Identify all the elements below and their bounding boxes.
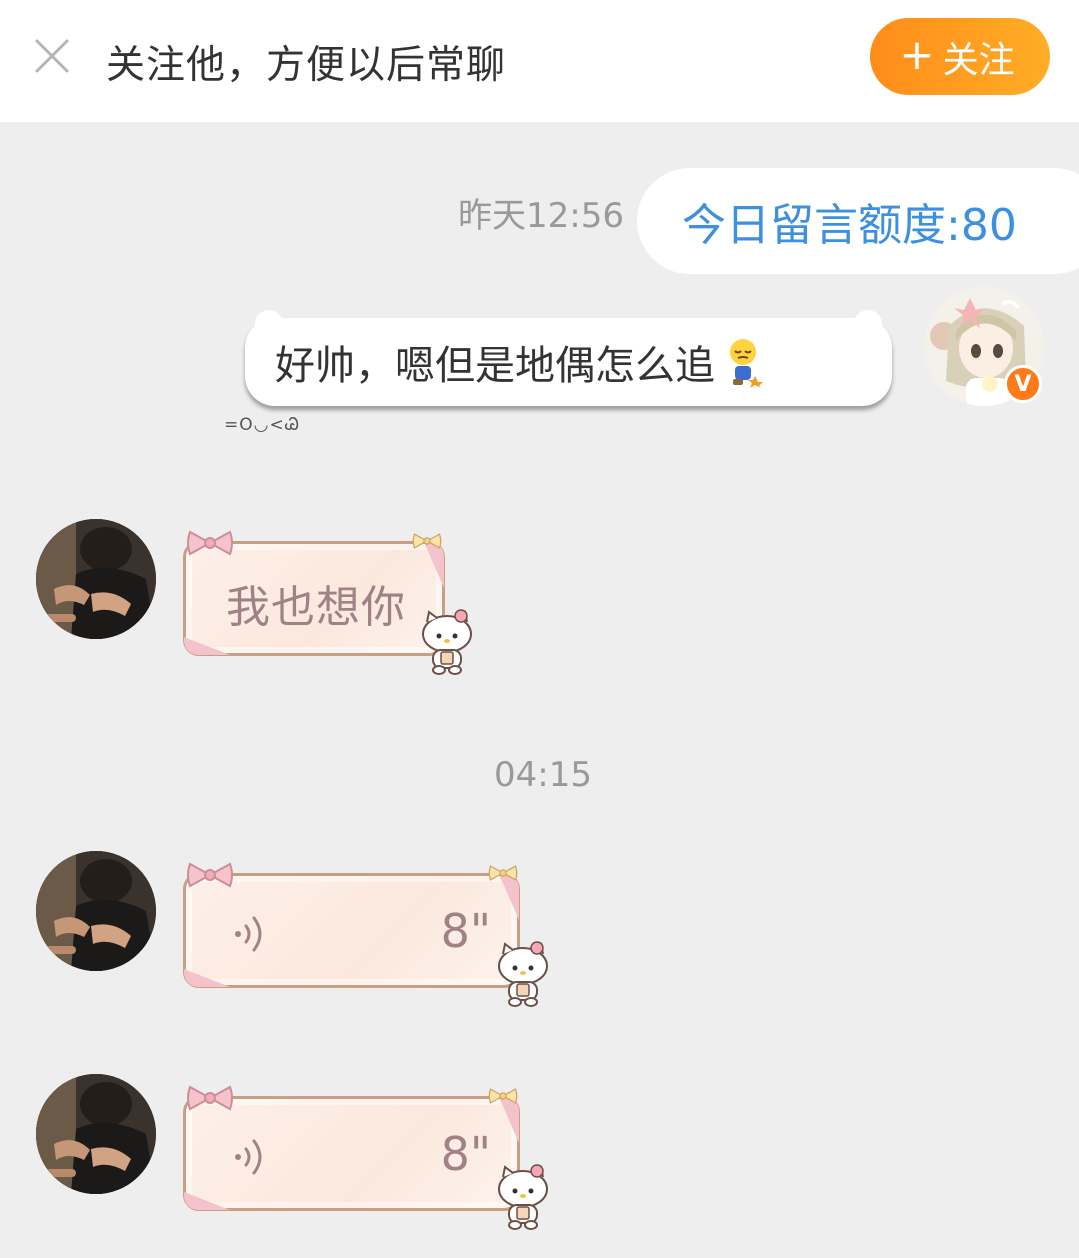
bubble-decoration <box>255 310 283 328</box>
yellow-bow-icon <box>412 533 442 549</box>
quota-text: 今日留言额度:80 <box>682 200 1017 251</box>
received-message-text: 我也想你 <box>226 582 406 633</box>
emoticon-text: =O◡<Ꮚ <box>224 415 301 435</box>
follow-button[interactable]: + 关注 <box>870 18 1050 95</box>
contact-avatar[interactable] <box>36 1074 156 1194</box>
hello-kitty-icon <box>422 609 472 675</box>
sent-message-bubble[interactable]: 好帅，嗯但是地偶怎么追 <box>245 310 892 406</box>
hello-kitty-icon <box>498 941 548 1007</box>
bubble-decoration <box>184 637 230 655</box>
voice-message-bubble[interactable]: 8" <box>183 1096 520 1211</box>
voice-message-bubble[interactable]: 8" <box>183 873 520 988</box>
pink-bow-icon <box>187 530 233 556</box>
yellow-bow-icon <box>488 1088 518 1104</box>
verified-badge: V <box>1004 365 1042 403</box>
yellow-bow-icon <box>488 865 518 881</box>
message-timestamp: 04:15 <box>494 755 592 795</box>
quota-notice: 今日留言额度:80 <box>637 168 1079 274</box>
pink-bow-icon <box>187 862 233 888</box>
received-message-bubble[interactable]: 我也想你 <box>183 541 445 656</box>
voice-duration: 8" <box>440 904 491 958</box>
photo-avatar-icon <box>36 519 156 639</box>
sigh-emoji-icon <box>730 339 763 388</box>
follow-prompt-text: 关注他，方便以后常聊 <box>106 43 507 88</box>
photo-avatar-icon <box>36 851 156 971</box>
follow-button-label: 关注 <box>942 39 1015 81</box>
bubble-decoration <box>184 1192 230 1210</box>
voice-duration: 8" <box>440 1127 491 1181</box>
plus-icon: + <box>899 29 935 79</box>
hello-kitty-icon <box>498 1164 548 1230</box>
sent-message-text: 好帅，嗯但是地偶怎么追 <box>275 343 715 389</box>
pink-bow-icon <box>187 1085 233 1111</box>
photo-avatar-icon <box>36 1074 156 1194</box>
voice-wave-icon[interactable] <box>230 1135 274 1179</box>
voice-wave-icon[interactable] <box>230 912 274 956</box>
contact-avatar[interactable] <box>36 851 156 971</box>
follow-banner: 关注他，方便以后常聊 + 关注 <box>0 0 1079 122</box>
bubble-decoration <box>854 310 882 328</box>
close-icon[interactable] <box>34 38 70 74</box>
bubble-decoration <box>184 969 230 987</box>
contact-avatar[interactable] <box>36 519 156 639</box>
message-timestamp: 昨天12:56 <box>458 196 624 236</box>
